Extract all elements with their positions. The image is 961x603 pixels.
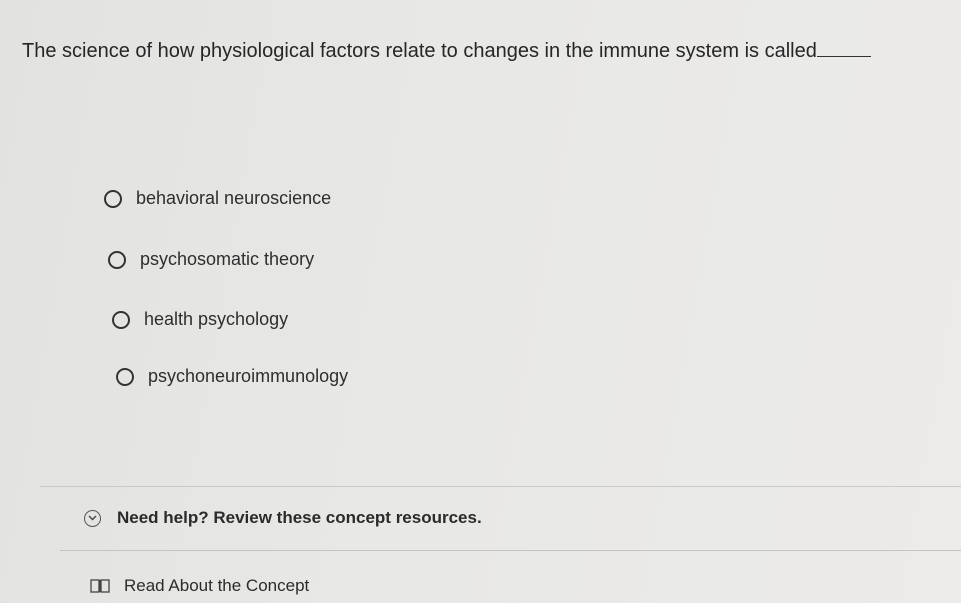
read-concept-label: Read About the Concept	[124, 576, 310, 595]
question-prompt: The science of how physiological factors…	[22, 38, 871, 64]
radio-button[interactable]	[112, 310, 130, 329]
option-health-psychology[interactable]: health psychology	[112, 309, 288, 330]
option-label: psychosomatic theory	[140, 249, 315, 269]
option-label: behavioral neuroscience	[136, 188, 332, 208]
option-psychoneuroimmunology[interactable]: psychoneuroimmunology	[116, 366, 348, 387]
chevron-down-icon[interactable]	[84, 509, 101, 527]
option-label: health psychology	[144, 309, 289, 329]
book-icon	[90, 578, 110, 594]
section-divider	[60, 550, 961, 551]
radio-button[interactable]	[116, 367, 134, 386]
quiz-page: The science of how physiological factors…	[0, 0, 961, 603]
answer-blank	[816, 38, 871, 57]
help-label: Need help? Review these concept resource…	[117, 508, 482, 527]
option-behavioral-neuroscience[interactable]: behavioral neuroscience	[104, 188, 331, 209]
help-toggle[interactable]: Need help? Review these concept resource…	[84, 508, 482, 528]
read-concept-link[interactable]: Read About the Concept	[90, 576, 309, 596]
radio-button[interactable]	[108, 250, 126, 269]
option-label: psychoneuroimmunology	[148, 366, 349, 386]
section-divider	[40, 486, 961, 487]
question-text: The science of how physiological factors…	[22, 40, 817, 62]
option-psychosomatic-theory[interactable]: psychosomatic theory	[108, 249, 314, 270]
radio-button[interactable]	[104, 189, 122, 208]
